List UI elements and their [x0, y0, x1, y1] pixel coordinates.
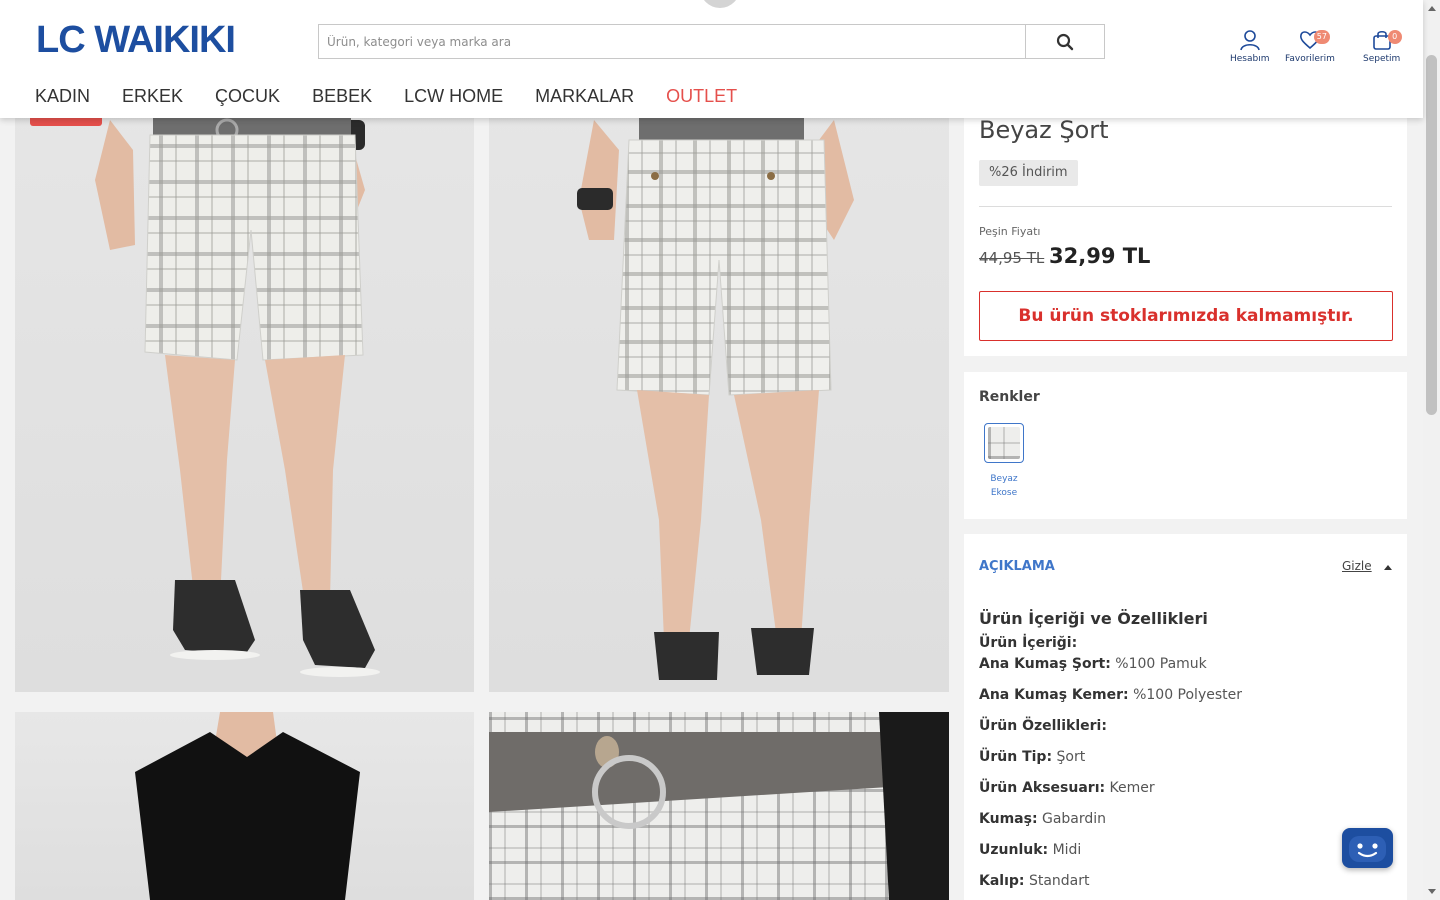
description-list: Ürün İçeriği: Ana Kumaş Şort: %100 Pamuk… — [979, 633, 1392, 900]
description-section-title[interactable]: AÇIKLAMA — [979, 559, 1055, 574]
description-row: Kumaş: Gabardin — [979, 809, 1392, 840]
row-value: Midi — [1048, 842, 1082, 858]
row-value: %100 Polyester — [1128, 687, 1242, 703]
price-label: Peşin Fiyatı — [979, 225, 1041, 238]
nav-item-erkek[interactable]: ERKEK — [122, 86, 183, 107]
colors-title: Renkler — [979, 389, 1040, 405]
old-price: 44,95 TL — [979, 249, 1045, 267]
description-row: Ürün İçeriği: — [979, 633, 1392, 654]
row-key: Ana Kumaş Kemer: — [979, 687, 1129, 703]
description-card: AÇIKLAMA Gizle Ürün İçeriği ve Özellikle… — [964, 534, 1407, 900]
chat-widget-button[interactable] — [1342, 828, 1393, 868]
favorites-count-badge: 57 — [1313, 30, 1330, 44]
description-heading: Ürün İçeriği ve Özellikleri — [979, 609, 1208, 628]
account-label: Hesabım — [1230, 54, 1270, 64]
scroll-up-arrow-icon[interactable] — [1428, 6, 1436, 11]
discount-badge: %26 İndirim — [979, 160, 1078, 186]
row-key: Ana Kumaş Şort: — [979, 656, 1111, 672]
color-name-line2: Ekose — [990, 488, 1018, 498]
brand-logo[interactable]: LC WAIKIKI — [36, 20, 236, 60]
out-of-stock-message: Bu ürün stoklarımızda kalmamıştır. — [979, 291, 1393, 341]
cart-link[interactable]: 0 Sepetim — [1363, 28, 1402, 64]
description-row: Kalıp: Standart — [979, 871, 1392, 900]
row-key: Ürün Aksesuarı: — [979, 780, 1106, 796]
product-photo-belt-detail[interactable] — [489, 712, 949, 900]
main-navigation: KADIN ERKEK ÇOCUK BEBEK LCW HOME MARKALA… — [35, 86, 769, 107]
page-scrollbar[interactable] — [1423, 0, 1440, 900]
search-bar — [318, 24, 1105, 59]
search-icon — [1056, 33, 1074, 50]
description-row: Ürün Tip: Şort — [979, 747, 1392, 778]
row-value: Gabardin — [1037, 811, 1107, 827]
current-price: 32,99 TL — [1049, 244, 1151, 268]
nav-item-bebek[interactable]: BEBEK — [312, 86, 372, 107]
model-tshirt-illustration — [135, 712, 360, 900]
chatbot-face-icon — [1349, 836, 1386, 862]
nav-item-cocuk[interactable]: ÇOCUK — [215, 86, 280, 107]
site-header: LC WAIKIKI Hesabım 57 Favorilerim — [0, 0, 1423, 118]
color-name-line1: Beyaz — [990, 474, 1018, 484]
top-handle — [700, 0, 740, 8]
row-key: Kalıp: — [979, 873, 1025, 889]
favorites-link[interactable]: 57 Favorilerim — [1285, 28, 1335, 64]
belt-illustration — [489, 712, 949, 900]
row-key: Kumaş: — [979, 811, 1038, 827]
nav-item-lcw-home[interactable]: LCW HOME — [404, 86, 503, 107]
row-value: %100 Pamuk — [1110, 656, 1207, 672]
nav-item-kadin[interactable]: KADIN — [35, 86, 90, 107]
caret-up-icon[interactable] — [1384, 565, 1392, 570]
colors-card: Renkler Beyaz Ekose — [964, 372, 1407, 519]
heart-icon: 57 — [1298, 28, 1330, 52]
description-row: Ana Kumaş Şort: %100 Pamuk — [979, 654, 1392, 685]
user-icon — [1238, 28, 1262, 52]
row-value: Şort — [1052, 749, 1086, 765]
hide-description-link[interactable]: Gizle — [1342, 559, 1372, 573]
search-input[interactable] — [319, 25, 1025, 58]
product-photo-model-tshirt[interactable] — [15, 712, 474, 900]
shopping-bag-icon: 0 — [1370, 28, 1402, 52]
row-key: Ürün İçeriği: — [979, 635, 1078, 651]
row-key: Ürün Tip: — [979, 749, 1053, 765]
account-link[interactable]: Hesabım — [1230, 28, 1270, 64]
row-value: Standart — [1024, 873, 1090, 889]
cart-label: Sepetim — [1363, 54, 1401, 64]
swatch-image — [988, 427, 1020, 459]
product-title: Beyaz Şort — [979, 116, 1109, 144]
row-key: Ürün Özellikleri: — [979, 718, 1107, 734]
cart-count-badge: 0 — [1387, 30, 1402, 44]
scroll-down-arrow-icon[interactable] — [1428, 889, 1436, 894]
description-row: Ürün Özellikleri: — [979, 716, 1392, 747]
nav-item-markalar[interactable]: MARKALAR — [535, 86, 634, 107]
description-row: Uzunluk: Midi — [979, 840, 1392, 871]
row-value: Kemer — [1105, 780, 1155, 796]
favorites-label: Favorilerim — [1285, 54, 1335, 64]
divider — [979, 206, 1392, 207]
color-swatch-label[interactable]: Beyaz Ekose — [979, 472, 1029, 500]
description-row: Ürün Aksesuarı: Kemer — [979, 778, 1392, 809]
description-row: Ana Kumaş Kemer: %100 Polyester — [979, 685, 1392, 716]
search-button[interactable] — [1025, 25, 1104, 58]
color-swatch-beyaz-ekose[interactable] — [984, 423, 1024, 463]
row-key: Uzunluk: — [979, 842, 1049, 858]
scroll-thumb[interactable] — [1426, 55, 1437, 415]
nav-item-outlet[interactable]: OUTLET — [666, 86, 737, 107]
